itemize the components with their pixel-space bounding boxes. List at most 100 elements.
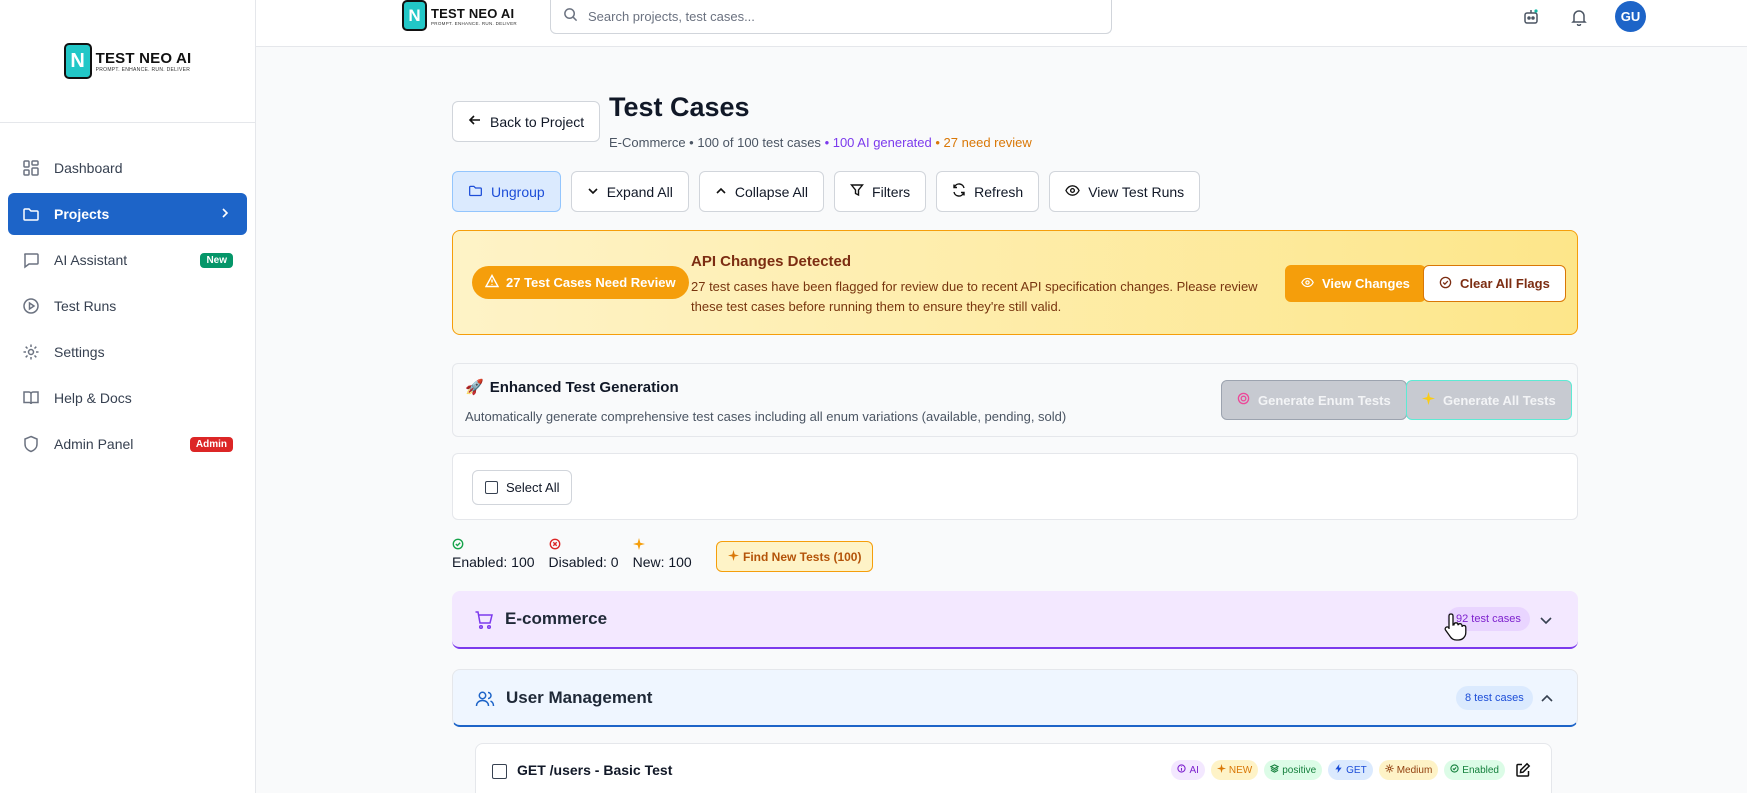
new-count: New: 100 [632, 554, 692, 570]
sidebar-item-label: Test Runs [54, 298, 117, 314]
sidebar-item-test-runs[interactable]: Test Runs [8, 285, 247, 327]
view-test-runs-button[interactable]: View Test Runs [1049, 171, 1201, 212]
folder-icon [468, 183, 483, 201]
sidebar-item-help-docs[interactable]: Help & Docs [8, 377, 247, 419]
bell-icon[interactable] [1568, 6, 1590, 28]
info-icon [1177, 764, 1187, 776]
layers-icon [1269, 764, 1280, 776]
group-title: E-commerce [505, 609, 608, 628]
sidebar-item-dashboard[interactable]: Dashboard [8, 147, 247, 189]
view-changes-label: View Changes [1322, 276, 1410, 291]
test-type-label: positive [1282, 764, 1317, 776]
view-test-runs-label: View Test Runs [1088, 183, 1185, 200]
back-to-project-button[interactable]: Back to Project [452, 101, 601, 142]
gear-icon [1385, 764, 1394, 776]
logo-mark: N [402, 0, 427, 31]
generate-all-tests-button[interactable]: Generate All Tests [1406, 380, 1572, 420]
brand-logo[interactable]: N TEST NEO AI PROMPT. ENHANCE. RUN. DELI… [63, 43, 192, 79]
new-badge: New [200, 252, 233, 268]
grid-icon [22, 159, 40, 177]
header-logo[interactable]: N TEST NEO AI PROMPT. ENHANCE. RUN. DELI… [402, 0, 517, 31]
test-case-name: GET /users - Basic Test [517, 762, 673, 778]
select-all-button[interactable]: Select All [472, 470, 573, 505]
clear-all-flags-button[interactable]: Clear All Flags [1423, 265, 1566, 302]
find-new-tests-button[interactable]: Find New Tests (100) [716, 541, 874, 572]
target-icon [1237, 392, 1250, 408]
chevron-up-icon [715, 184, 727, 200]
sidebar-item-settings[interactable]: Settings [8, 331, 247, 373]
shopping-cart-icon [474, 610, 494, 630]
status-label: Enabled [1462, 764, 1499, 776]
enhanced-test-generation-panel: 🚀 Enhanced Test Generation Automatically… [452, 363, 1578, 437]
sidebar-nav: Dashboard Projects AI Assistant New Test… [0, 123, 255, 465]
refresh-button[interactable]: Refresh [936, 171, 1040, 212]
logo-title: TEST NEO AI [431, 5, 515, 21]
collapse-all-button[interactable]: Collapse All [698, 171, 825, 212]
search-input[interactable] [588, 9, 1088, 24]
sidebar-item-label: Dashboard [54, 160, 123, 176]
group-title: User Management [506, 688, 653, 707]
generation-description: Automatically generate comprehensive tes… [465, 409, 1067, 424]
edit-icon[interactable] [1515, 762, 1531, 778]
ungroup-button[interactable]: Ungroup [452, 171, 561, 212]
clear-flags-label: Clear All Flags [1460, 276, 1550, 291]
sidebar: N TEST NEO AI PROMPT. ENHANCE. RUN. DELI… [0, 0, 256, 793]
expand-all-label: Expand All [606, 183, 673, 200]
folder-icon [22, 205, 40, 223]
group-count-badge: 8 test cases [1456, 686, 1533, 710]
arrow-left-icon [468, 113, 482, 130]
back-label: Back to Project [490, 113, 585, 130]
test-case-tags: AI NEW positive GET Medium Enabled [1171, 760, 1531, 780]
users-icon [475, 689, 495, 709]
sidebar-item-label: Admin Panel [54, 436, 134, 452]
group-user-management[interactable]: User Management 8 test cases [452, 669, 1578, 727]
generate-enum-tests-button[interactable]: Generate Enum Tests [1221, 380, 1407, 420]
sidebar-item-label: Projects [54, 206, 110, 222]
disabled-stat: Disabled: 0 [549, 537, 619, 571]
review-count-pill[interactable]: 27 Test Cases Need Review [472, 266, 689, 299]
filters-label: Filters [872, 183, 911, 200]
chevron-up-icon[interactable] [1537, 689, 1557, 709]
user-avatar[interactable]: GU [1615, 1, 1646, 32]
bot-icon[interactable] [1520, 6, 1542, 28]
chevron-down-icon[interactable] [1536, 610, 1556, 630]
filter-icon [850, 183, 864, 200]
chevron-down-icon [587, 184, 599, 200]
admin-badge: Admin [189, 436, 233, 452]
test-case-card[interactable]: GET /users - Basic Test AI NEW positive … [475, 743, 1552, 793]
ungroup-label: Ungroup [491, 183, 545, 200]
check-circle-icon [1439, 276, 1452, 292]
bolt-icon [1334, 764, 1343, 776]
new-tag-label: NEW [1228, 764, 1253, 776]
sparkle-icon [728, 549, 739, 564]
sidebar-item-label: AI Assistant [54, 252, 128, 268]
sparkle-icon [1216, 764, 1226, 776]
sidebar-item-label: Help & Docs [54, 390, 132, 406]
enabled-stat: Enabled: 100 [452, 537, 535, 571]
sidebar-item-admin-panel[interactable]: Admin Panel Admin [8, 423, 247, 465]
filters-button[interactable]: Filters [834, 171, 927, 212]
sparkle-icon [632, 537, 692, 553]
status-tag: Enabled [1444, 760, 1505, 780]
subtitle-ai-count: • 100 AI generated [824, 135, 932, 150]
test-case-checkbox[interactable] [492, 764, 507, 779]
sidebar-item-projects[interactable]: Projects [8, 193, 247, 235]
subtitle-summary: E-Commerce • 100 of 100 test cases [609, 135, 821, 150]
checkbox-icon [485, 481, 498, 494]
group-ecommerce[interactable]: E-commerce 92 test cases [452, 591, 1578, 649]
shield-icon [22, 435, 40, 453]
logo-tagline: PROMPT. ENHANCE. RUN. DELIVER [95, 66, 191, 73]
view-changes-button[interactable]: View Changes [1285, 265, 1426, 302]
rocket-icon: 🚀 [465, 379, 484, 396]
logo-mark: N [63, 43, 92, 79]
sidebar-item-ai-assistant[interactable]: AI Assistant New [8, 239, 247, 281]
disabled-count: Disabled: 0 [548, 554, 619, 570]
eye-icon [1065, 183, 1080, 201]
expand-all-button[interactable]: Expand All [570, 171, 689, 212]
new-tag: NEW [1210, 760, 1259, 780]
find-new-label: Find New Tests (100) [743, 549, 862, 564]
page-subtitle: E-Commerce • 100 of 100 test cases • 100… [609, 135, 1032, 150]
collapse-all-label: Collapse All [734, 183, 809, 200]
refresh-label: Refresh [974, 183, 1024, 200]
select-all-label: Select All [506, 480, 560, 495]
